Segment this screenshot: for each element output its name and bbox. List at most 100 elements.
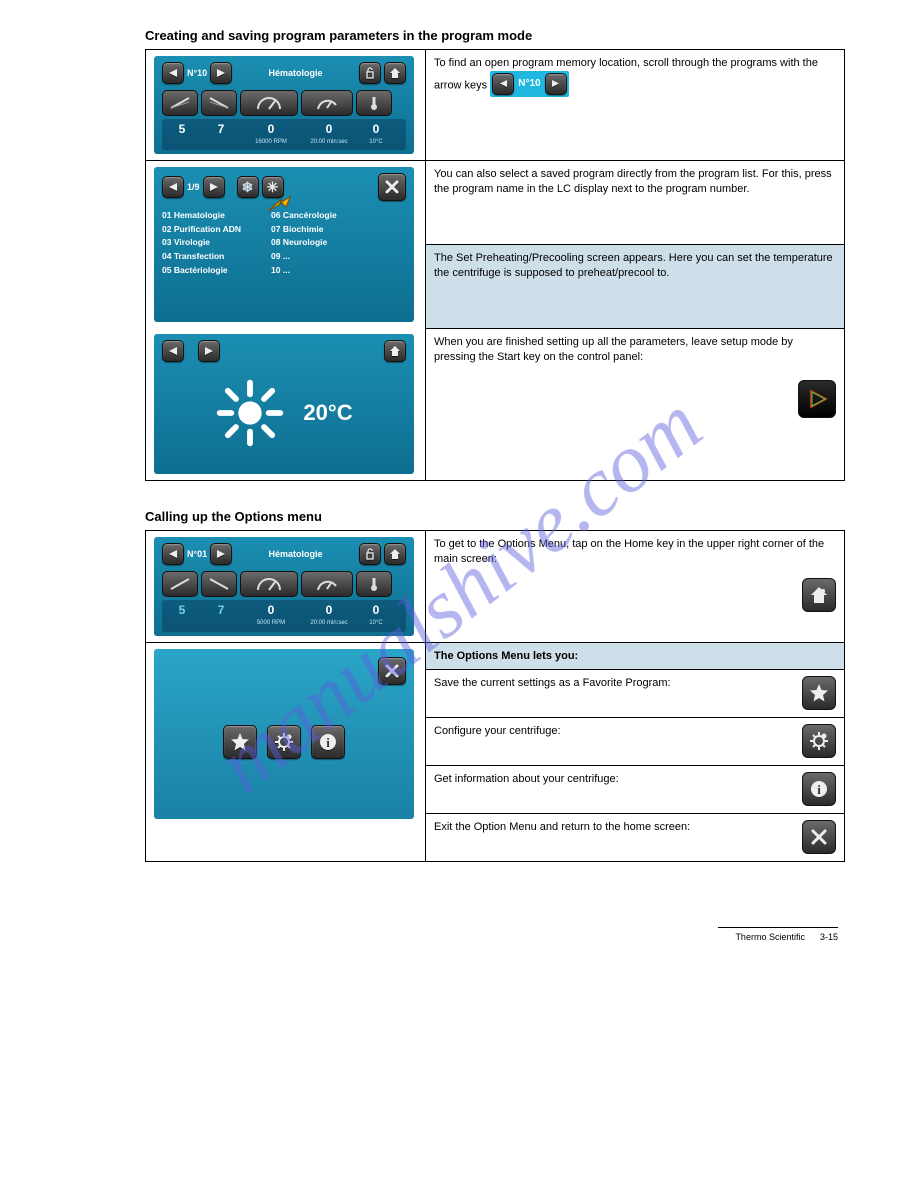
section2-title: Calling up the Options menu — [145, 509, 848, 524]
arrow-left-icon[interactable] — [162, 176, 184, 198]
close-icon[interactable] — [378, 657, 406, 685]
val-temp: 010°C — [358, 602, 394, 627]
thumb-right-icon[interactable] — [545, 73, 567, 95]
close-icon[interactable] — [378, 173, 406, 201]
accel-icon[interactable] — [162, 90, 198, 116]
val-time: 020:00 min:sec — [303, 121, 355, 146]
program-list: 01 Hematologie 02 Purification ADN 03 Vi… — [162, 209, 406, 277]
option-item-1: Save the current settings as a Favorite … — [426, 670, 845, 718]
s2r2-left: i — [146, 642, 426, 862]
val-time: 020:00 min:sec — [303, 602, 355, 627]
section2-table: N°01 Hématologie 5 7 05000 RPM 020:00 mi… — [145, 530, 845, 862]
start-button-icon[interactable] — [798, 380, 836, 418]
list-item[interactable]: 07 Biochimie — [271, 223, 337, 237]
s2r1-left: N°01 Hématologie 5 7 05000 RPM 020:00 mi… — [146, 531, 426, 642]
info-icon[interactable]: i — [311, 725, 345, 759]
val-speed: 05000 RPM — [242, 602, 300, 627]
list-item[interactable]: 08 Neurologie — [271, 236, 337, 250]
time-icon[interactable] — [301, 90, 353, 116]
list-item[interactable]: 09 ... — [271, 250, 337, 264]
val-speed: 016000 RPM — [242, 121, 300, 146]
temp-icon[interactable] — [356, 90, 392, 116]
arrow-left-icon[interactable] — [162, 543, 184, 565]
program-number: N°10 — [187, 67, 207, 79]
s2r2-header: The Options Menu lets you: — [426, 642, 845, 670]
speed-icon[interactable] — [240, 571, 298, 597]
home-icon[interactable] — [384, 543, 406, 565]
program-nav-thumb: N°10 — [490, 71, 568, 97]
program-number: N°01 — [187, 548, 207, 560]
program-name[interactable]: Hématologie — [235, 67, 356, 79]
home-icon[interactable] — [802, 578, 836, 612]
option-item-2: Configure your centrifuge: — [426, 718, 845, 766]
val-accel: 5 — [164, 602, 200, 627]
option-item-3: Get information about your centrifuge: i — [426, 766, 845, 814]
page-footer: Thermo Scientific 3-15 — [70, 922, 848, 942]
svg-text:i: i — [817, 782, 821, 797]
s1r1-left: N°10 Hématologie 5 7 016000 RPM 020:00 m… — [146, 50, 426, 161]
device-screen-3: 20°C — [154, 334, 414, 474]
thumb-left-icon[interactable] — [492, 73, 514, 95]
star-icon[interactable] — [223, 725, 257, 759]
section1-title: Creating and saving program parameters i… — [145, 28, 848, 43]
list-item[interactable]: 03 Virologie — [162, 236, 241, 250]
arrow-right-icon[interactable] — [198, 340, 220, 362]
unlock-icon[interactable] — [359, 62, 381, 84]
s2r1-text: To get to the Options Menu, tap on the H… — [434, 538, 824, 565]
info-icon[interactable]: i — [802, 772, 836, 806]
arrow-right-icon[interactable] — [203, 176, 225, 198]
val-decel: 7 — [203, 602, 239, 627]
s1r3-left: 20°C — [146, 328, 426, 481]
program-name[interactable]: Hématologie — [235, 548, 356, 560]
s1r3-right: When you are finished setting up all the… — [426, 328, 845, 481]
footer-page: 3-15 — [820, 932, 838, 942]
accel-icon[interactable] — [162, 571, 198, 597]
thumb-label: N°10 — [514, 77, 544, 91]
decel-icon[interactable] — [201, 90, 237, 116]
pointer-arrow-icon — [266, 195, 292, 215]
s1r2-right1: You can also select a saved program dire… — [426, 161, 845, 245]
arrow-right-icon[interactable] — [210, 543, 232, 565]
speed-icon[interactable] — [240, 90, 298, 116]
list-item[interactable]: 05 Bactériologie — [162, 264, 241, 278]
gear-icon[interactable] — [267, 725, 301, 759]
s1r2-text2: The Set Preheating/Precooling screen app… — [434, 252, 833, 279]
list-item[interactable]: 01 Hematologie — [162, 209, 241, 223]
time-icon[interactable] — [301, 571, 353, 597]
section1-table: N°10 Hématologie 5 7 016000 RPM 020:00 m… — [145, 49, 845, 481]
star-icon[interactable] — [802, 676, 836, 710]
s1r2-right2: The Set Preheating/Precooling screen app… — [426, 245, 845, 329]
list-item[interactable]: 04 Transfection — [162, 250, 241, 264]
footer-brand: Thermo Scientific — [735, 932, 805, 942]
sun-large-icon — [215, 378, 285, 448]
s1r3-text: When you are finished setting up all the… — [434, 336, 793, 363]
decel-icon[interactable] — [201, 571, 237, 597]
arrow-left-icon[interactable] — [162, 62, 184, 84]
arrow-left-icon[interactable] — [162, 340, 184, 362]
option-item-4: Exit the Option Menu and return to the h… — [426, 814, 845, 862]
temp-icon[interactable] — [356, 571, 392, 597]
temperature-value: 20°C — [303, 398, 352, 428]
s2r1-right: To get to the Options Menu, tap on the H… — [426, 531, 845, 642]
val-decel: 7 — [203, 121, 239, 146]
page-indicator: 1/9 — [187, 181, 200, 193]
list-item[interactable]: 10 ... — [271, 264, 337, 278]
s1r2-left: 1/9 ❄ ✳ 01 Hematologie 02 Purification A… — [146, 161, 426, 329]
list-item[interactable]: 02 Purification ADN — [162, 223, 241, 237]
snowflake-icon[interactable]: ❄ — [237, 176, 259, 198]
val-accel: 5 — [164, 121, 200, 146]
s1r1-right: To find an open program memory location,… — [426, 50, 845, 161]
home-icon[interactable] — [384, 62, 406, 84]
device-screen-2: 1/9 ❄ ✳ 01 Hematologie 02 Purification A… — [154, 167, 414, 322]
gear-icon[interactable] — [802, 724, 836, 758]
device-screen-5: i — [154, 649, 414, 819]
svg-text:i: i — [326, 735, 330, 750]
s1r2-text1: You can also select a saved program dire… — [434, 168, 832, 195]
val-temp: 010°C — [358, 121, 394, 146]
unlock-icon[interactable] — [359, 543, 381, 565]
device-screen-1: N°10 Hématologie 5 7 016000 RPM 020:00 m… — [154, 56, 414, 154]
home-icon[interactable] — [384, 340, 406, 362]
device-screen-4: N°01 Hématologie 5 7 05000 RPM 020:00 mi… — [154, 537, 414, 635]
close-icon[interactable] — [802, 820, 836, 854]
arrow-right-icon[interactable] — [210, 62, 232, 84]
